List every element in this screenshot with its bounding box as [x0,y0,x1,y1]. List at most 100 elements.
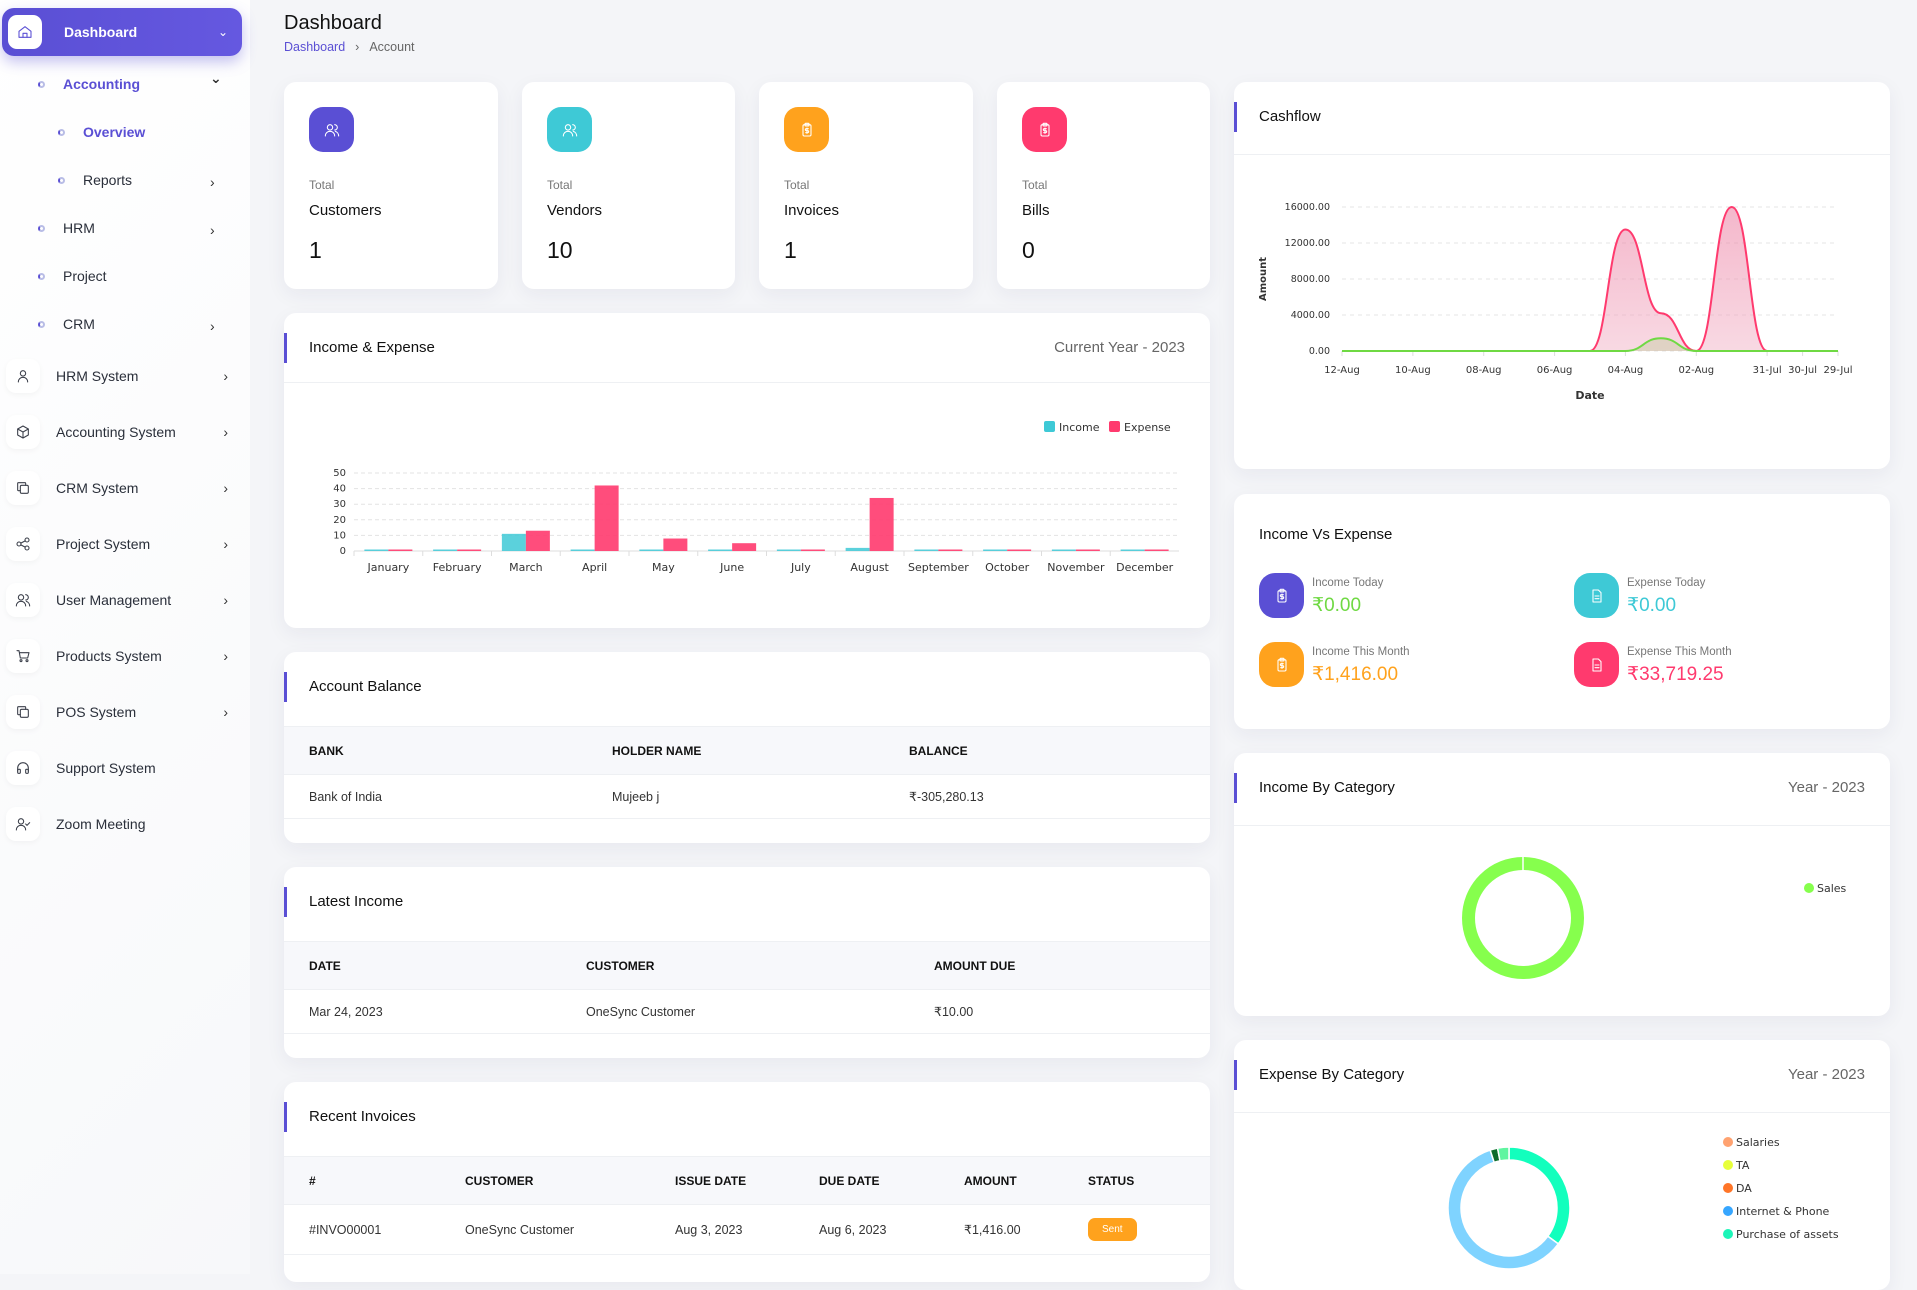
x-tick-label: July [790,561,811,574]
card-header: Expense By Category Year - 2023 [1234,1040,1890,1113]
sidebar-item-accounting-system[interactable]: Accounting System › [6,414,242,450]
file-icon [1574,642,1619,687]
card-header: Latest Income [284,867,1210,937]
expense-month-label: Expense This Month [1627,646,1732,658]
accent-bar [1234,773,1237,803]
chevron-right-icon: › [223,536,228,552]
stat-card-bills[interactable]: Total Bills 0 [997,82,1210,289]
sidebar-item-overview[interactable]: Overview [58,124,145,140]
breadcrumb-link-dashboard[interactable]: Dashboard [284,40,345,54]
table-row[interactable]: Mar 24, 2023 OneSync Customer ₹10.00 [284,989,1210,1034]
sidebar-item-project-system[interactable]: Project System › [6,526,242,562]
table-row[interactable]: Bank of India Mujeeb j ₹-305,280.13 [284,774,1210,819]
x-tick-label: October [985,561,1029,574]
sidebar-item-accounting[interactable]: Accounting ⌄ [38,70,222,92]
chevron-right-icon: › [223,648,228,664]
bar-expense [869,497,894,551]
bar-expense [1075,549,1100,551]
x-tick-label: 30-Jul [1788,365,1817,376]
sidebar-item-crm[interactable]: CRM › [38,316,215,334]
cell-amount: ₹1,416.00 [939,1204,1063,1255]
table-header-row: # CUSTOMER ISSUE DATE DUE DATE AMOUNT ST… [284,1156,1210,1205]
sidebar-item-label: Overview [83,124,146,140]
cell-customer: OneSync Customer [440,1204,650,1255]
income-category-donut: Sales [1462,857,1847,979]
legend-label: Expense [1124,421,1171,434]
bullet-icon [38,320,45,328]
y-tick-label: 30 [333,499,346,510]
chevron-down-icon: ⌄ [210,70,222,86]
sidebar-item-label: Accounting System [56,424,176,440]
cell-holder-name: Mujeeb j [587,774,884,819]
legend-label: Salaries [1736,1136,1780,1149]
sidebar-item-label: Reports [83,172,133,188]
sidebar-item-zoom-meeting[interactable]: Zoom Meeting [6,806,242,842]
cell-status: Sent [1063,1204,1210,1255]
accent-bar [284,887,287,917]
bar-income [776,549,801,551]
invoice-icon [1259,642,1304,687]
legend-label: Income [1059,421,1100,434]
sidebar-item-label: Support System [56,760,156,776]
cell-balance: ₹-305,280.13 [884,774,1210,819]
sidebar-item-label: Zoom Meeting [56,816,146,832]
bar-income [845,547,870,551]
sidebar-item-reports[interactable]: Reports › [58,172,215,190]
bar-income [501,533,526,551]
card-subtitle: Year - 2023 [1787,1066,1865,1083]
legend-marker [1723,1160,1733,1170]
y-tick-label: 0 [340,546,346,557]
file-icon [1574,573,1619,618]
chevron-right-icon: › [223,592,228,608]
cell-customer: OneSync Customer [561,989,909,1034]
stat-card-customers[interactable]: Total Customers 1 [284,82,498,289]
stat-card-vendors[interactable]: Total Vendors 10 [522,82,735,289]
stat-card-invoices[interactable]: Total Invoices 1 [759,82,973,289]
column-header: ISSUE DATE [650,1156,794,1205]
sidebar-item-pos-system[interactable]: POS System › [6,694,242,730]
table-row[interactable]: #INVO00001 OneSync Customer Aug 3, 2023 … [284,1204,1210,1255]
x-tick-label: 12-Aug [1324,365,1360,376]
box-icon [6,415,40,449]
sidebar-item-label: HRM [63,220,95,236]
sidebar-item-crm-system[interactable]: CRM System › [6,470,242,506]
cell-bank: Bank of India [284,774,587,819]
invoice-icon [1022,107,1067,152]
accent-bar [284,1102,287,1132]
chevron-right-icon: › [223,424,228,440]
card-header: Income & Expense Current Year - 2023 [284,313,1210,383]
sidebar-item-hrm-system[interactable]: HRM System › [6,358,242,394]
sidebar-item-user-management[interactable]: User Management › [6,582,242,618]
users-icon [6,583,40,617]
user-check-icon [6,807,40,841]
legend-label: DA [1736,1182,1752,1195]
column-header: AMOUNT [939,1156,1063,1205]
cashflow-chart: 0.00 4000.00 8000.00 12000.00 16000.00 12-Aug… [1258,202,1852,402]
y-tick-label: 40 [333,484,346,495]
column-header: # [284,1156,440,1205]
bullet-icon [58,128,65,136]
y-tick-label: 10 [333,530,346,541]
table-header-row: DATE CUSTOMER AMOUNT DUE [284,941,1210,990]
income-by-category-card: Income By Category Year - 2023 Sales [1234,753,1890,1016]
sidebar: Dashboard ⌄ Accounting ⌄ Overview Report… [0,0,250,1274]
legend-label: Internet & Phone [1736,1205,1830,1218]
users-icon [547,107,592,152]
y-tick-label: 16000.00 [1285,202,1330,213]
card-title: Cashflow [1259,108,1321,125]
sidebar-item-label: HRM System [56,368,139,384]
income-today-label: Income Today [1312,577,1384,589]
sidebar-item-dashboard[interactable]: Dashboard ⌄ [2,8,242,56]
user-icon [6,359,40,393]
sidebar-item-support-system[interactable]: Support System [6,750,242,786]
sidebar-item-project[interactable]: Project [38,268,107,284]
sidebar-item-products-system[interactable]: Products System › [6,638,242,674]
stat-value: 0 [1022,237,1035,263]
legend-label: TA [1735,1159,1750,1172]
sidebar-item-hrm[interactable]: HRM › [38,220,215,238]
y-axis-label: Amount [1258,257,1269,301]
cell-invoice-number[interactable]: #INVO00001 [284,1204,440,1255]
column-header: CUSTOMER [561,941,909,990]
status-badge[interactable]: Sent [1088,1218,1137,1241]
card-title: Latest Income [309,893,404,910]
